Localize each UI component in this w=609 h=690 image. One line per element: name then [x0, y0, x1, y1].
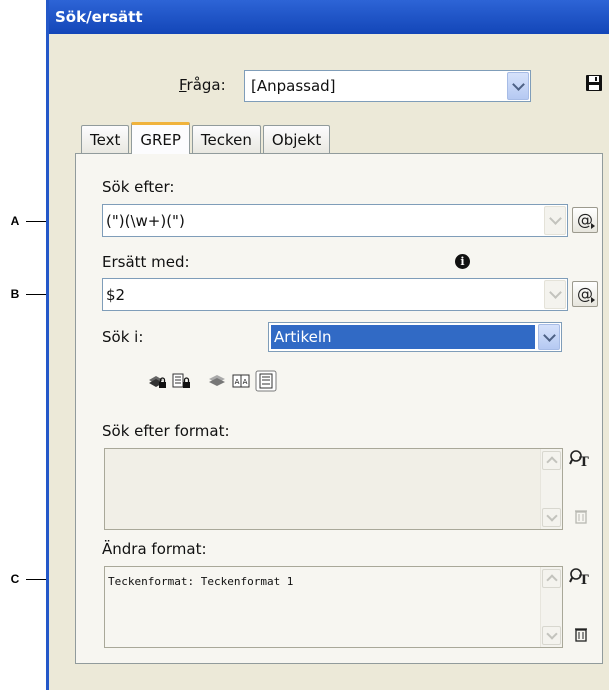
- search-in-select[interactable]: Artikeln: [268, 322, 562, 352]
- trash-icon[interactable]: [574, 626, 588, 642]
- master-pages-icon[interactable]: A A: [231, 372, 251, 390]
- svg-text:A: A: [243, 378, 248, 386]
- find-format-label: Sök efter format:: [102, 422, 230, 440]
- text-format-icon[interactable]: T: [569, 567, 591, 587]
- svg-text:T: T: [579, 573, 589, 587]
- callout-b: B: [10, 287, 20, 301]
- scroll-up-button[interactable]: [542, 451, 561, 470]
- callout-a: A: [10, 214, 20, 228]
- find-special-characters-button[interactable]: @: [572, 207, 598, 233]
- find-format-box[interactable]: [104, 448, 563, 530]
- chevron-down-icon: [542, 328, 556, 342]
- find-what-label: Sök efter:: [102, 178, 175, 196]
- locked-layers-icon[interactable]: [147, 372, 167, 390]
- find-what-value: (")(\w+)("): [106, 211, 185, 230]
- search-in-label: Sök i:: [102, 328, 144, 346]
- scroll-up-button[interactable]: [542, 569, 561, 588]
- query-dropdown-button[interactable]: [507, 72, 529, 100]
- callout-c: C: [10, 572, 20, 586]
- change-format-scrollbar[interactable]: [540, 567, 562, 647]
- chevron-down-icon: [511, 77, 525, 91]
- floppy-disk-icon[interactable]: [585, 74, 603, 92]
- chevron-up-icon: [546, 574, 558, 586]
- locked-stories-icon[interactable]: [171, 372, 191, 390]
- trash-icon: [575, 510, 587, 524]
- find-format-scrollbar[interactable]: [540, 449, 562, 529]
- info-icon: i: [455, 254, 470, 269]
- dialog-title: Sök/ersätt: [49, 0, 609, 34]
- tab-grep[interactable]: GREP: [131, 122, 190, 154]
- svg-text:T: T: [579, 455, 589, 469]
- scroll-down-button[interactable]: [542, 626, 561, 645]
- chevron-up-icon: [546, 456, 558, 468]
- chevron-down-icon: [548, 212, 562, 225]
- text-format-icon[interactable]: T: [569, 449, 591, 469]
- footnotes-icon[interactable]: [255, 370, 277, 392]
- change-to-value: $2: [106, 285, 126, 304]
- tab-strip: Text GREP Tecken Objekt: [81, 121, 332, 154]
- find-what-field[interactable]: (")(\w+)("): [102, 204, 568, 237]
- chevron-down-icon: [548, 286, 562, 299]
- tab-text[interactable]: Text: [81, 125, 130, 153]
- scroll-down-button[interactable]: [542, 508, 561, 527]
- query-select[interactable]: [Anpassad]: [244, 70, 531, 102]
- change-format-label: Ändra format:: [102, 540, 207, 558]
- find-change-dialog: Sök/ersätt Fråga: [Anpassad] Text GREP T…: [46, 0, 609, 690]
- chevron-down-icon: [546, 628, 558, 640]
- query-label: Fråga:: [179, 76, 226, 94]
- change-format-box[interactable]: Teckenformat: Teckenformat 1: [104, 566, 563, 648]
- find-what-history-button[interactable]: [544, 206, 566, 235]
- change-to-field[interactable]: $2: [102, 278, 568, 311]
- search-in-dropdown-button[interactable]: [538, 324, 560, 350]
- hidden-layers-icon[interactable]: [207, 372, 227, 390]
- change-to-history-button[interactable]: [544, 280, 566, 309]
- change-format-value: Teckenformat: Teckenformat 1: [108, 575, 294, 588]
- change-to-label: Ersätt med:: [102, 253, 190, 271]
- query-value: [Anpassad]: [251, 77, 336, 95]
- tab-tecken[interactable]: Tecken: [191, 125, 261, 153]
- search-in-value: Artikeln: [271, 325, 535, 349]
- svg-text:A: A: [235, 378, 240, 386]
- change-special-characters-button[interactable]: @: [572, 281, 598, 307]
- tab-objekt[interactable]: Objekt: [262, 125, 331, 153]
- chevron-down-icon: [546, 510, 558, 522]
